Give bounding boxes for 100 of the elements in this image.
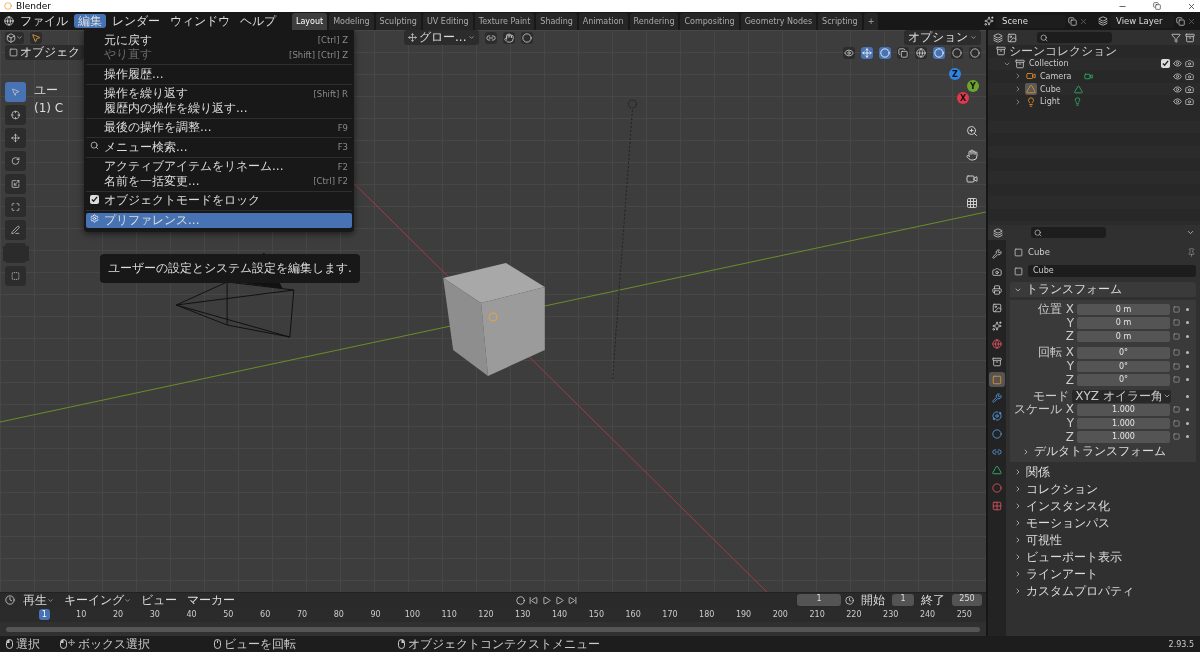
- workspace-tab[interactable]: Layout: [292, 13, 328, 30]
- jump-end-icon[interactable]: [568, 595, 577, 605]
- number-field[interactable]: 1.000: [1077, 417, 1170, 429]
- workspace-tab[interactable]: Compositing: [680, 13, 739, 30]
- timeline-menu[interactable]: ビュー: [138, 593, 180, 607]
- outliner-item[interactable]: Cube: [1040, 84, 1061, 94]
- frame-number[interactable]: 240: [916, 609, 939, 621]
- eye-icon[interactable]: [1173, 59, 1182, 69]
- search-field[interactable]: [1037, 32, 1112, 43]
- panel-header[interactable]: モーションパス: [1010, 516, 1196, 530]
- menu-item[interactable]: 最後の操作を調整... F9: [86, 120, 352, 135]
- eye-icon[interactable]: [1173, 72, 1182, 81]
- frame-number[interactable]: 1: [38, 609, 50, 621]
- panel-header[interactable]: 可視性: [1010, 533, 1196, 547]
- number-field[interactable]: 0 m: [1077, 330, 1170, 342]
- view-layer-field[interactable]: View Layer: [1110, 14, 1174, 28]
- scene-field[interactable]: Scene: [996, 14, 1066, 28]
- keyframe-dot[interactable]: [1186, 364, 1189, 368]
- camera-icon[interactable]: [1185, 84, 1194, 94]
- chevron-icon[interactable]: [1022, 447, 1030, 456]
- current-frame-field[interactable]: 1: [797, 594, 841, 607]
- solid-button[interactable]: [933, 46, 945, 59]
- frame-number[interactable]: 40: [183, 609, 200, 621]
- stopwatch-icon[interactable]: [845, 595, 854, 605]
- camera-icon[interactable]: [1185, 72, 1194, 81]
- frame-number[interactable]: 130: [512, 609, 534, 621]
- workspace-tab[interactable]: Geometry Nodes: [740, 13, 817, 30]
- gizmo-axis[interactable]: X: [957, 92, 969, 104]
- properties-tab[interactable]: [989, 408, 1005, 423]
- expand-toggle[interactable]: [1014, 72, 1022, 81]
- keyframe-dot[interactable]: [1186, 408, 1189, 412]
- panel-header[interactable]: カスタムプロパティ: [1010, 584, 1196, 598]
- outliner-item[interactable]: シーンコレクション: [1009, 42, 1117, 60]
- copy-icon[interactable]: [1176, 16, 1185, 26]
- tool-button[interactable]: [5, 128, 26, 148]
- workspace-tab[interactable]: Animation: [578, 13, 628, 30]
- properties-tab[interactable]: [989, 336, 1005, 351]
- scene-icon[interactable]: [984, 16, 994, 26]
- frame-number[interactable]: 140: [548, 609, 571, 621]
- frame-number[interactable]: 70: [293, 609, 311, 621]
- panel-header[interactable]: コレクション: [1010, 482, 1196, 496]
- navigation-gizmo[interactable]: Z Y X: [927, 68, 981, 116]
- frame-number[interactable]: 120: [475, 609, 497, 621]
- properties-tab[interactable]: [989, 282, 1005, 297]
- chevron-icon[interactable]: [1014, 502, 1022, 510]
- workspace-tab[interactable]: Shading: [536, 13, 577, 30]
- copy-icon[interactable]: [1068, 16, 1077, 26]
- number-field[interactable]: 0 m: [1077, 303, 1170, 315]
- editor-type-button[interactable]: [5, 31, 24, 44]
- workspace-tab[interactable]: Rendering: [629, 13, 679, 30]
- frame-number[interactable]: 150: [585, 609, 607, 621]
- frame-number[interactable]: 90: [367, 609, 384, 621]
- timeline-menu[interactable]: マーカー: [184, 593, 238, 607]
- panel-header[interactable]: 関係: [1010, 465, 1196, 479]
- select-mode-button[interactable]: [30, 31, 42, 44]
- keyframe-dot[interactable]: [1186, 394, 1189, 398]
- expand-toggle[interactable]: [1014, 85, 1022, 94]
- gizmo-axis[interactable]: Y: [967, 80, 979, 92]
- visibility-button[interactable]: [843, 46, 855, 59]
- xray-button[interactable]: [897, 46, 909, 59]
- gizmo-axis[interactable]: Z: [949, 68, 961, 80]
- keyframe-dot[interactable]: [1186, 307, 1189, 311]
- frame-number[interactable]: 200: [769, 609, 791, 621]
- timeline-menu[interactable]: キーイング: [61, 593, 134, 607]
- outliner-item[interactable]: Collection: [1029, 59, 1069, 69]
- frame-number[interactable]: 190: [732, 609, 755, 621]
- filter-icon[interactable]: [1171, 32, 1181, 43]
- chevron-icon[interactable]: [1014, 468, 1022, 476]
- rendered-button[interactable]: [969, 46, 981, 59]
- timeline-menu[interactable]: 再生: [20, 593, 57, 607]
- tool-button[interactable]: [5, 197, 26, 217]
- keyframe-dot[interactable]: [1186, 351, 1189, 355]
- end-frame-field[interactable]: 250: [952, 594, 982, 607]
- number-field[interactable]: 0 m: [1077, 317, 1170, 329]
- eye-icon[interactable]: [1173, 97, 1182, 107]
- editor-type-button[interactable]: [4, 594, 16, 607]
- frame-number[interactable]: 160: [622, 609, 644, 621]
- outliner-item[interactable]: Light: [1040, 97, 1060, 107]
- material-button[interactable]: [951, 46, 963, 59]
- frame-number[interactable]: 250: [953, 609, 975, 621]
- frame-number[interactable]: 110: [438, 609, 460, 621]
- menu-button[interactable]: ファイル: [16, 14, 72, 28]
- frame-number[interactable]: 10: [73, 609, 90, 621]
- frame-number[interactable]: 210: [806, 609, 828, 621]
- frame-number[interactable]: 170: [659, 609, 681, 621]
- chevron-icon[interactable]: [1014, 570, 1022, 578]
- caret-icon[interactable]: [1186, 228, 1195, 237]
- chevron-icon[interactable]: [1014, 485, 1022, 493]
- tool-button[interactable]: [5, 174, 26, 194]
- overlay-button[interactable]: [879, 46, 891, 59]
- workspace-tab[interactable]: UV Editing: [422, 13, 473, 30]
- panel-header[interactable]: インスタンス化: [1010, 499, 1196, 513]
- menu-item[interactable]: 履歴内の操作を繰り返す...: [86, 101, 352, 116]
- workspace-tab[interactable]: Sculpting: [375, 13, 421, 30]
- chevron-icon[interactable]: [1014, 536, 1022, 544]
- chevron-icon[interactable]: [1014, 519, 1022, 527]
- menu-item[interactable]: 操作履歴...: [86, 67, 352, 82]
- keyframe-dot[interactable]: [1186, 378, 1189, 382]
- checkbox[interactable]: [90, 194, 99, 204]
- number-field[interactable]: 0°: [1077, 347, 1170, 359]
